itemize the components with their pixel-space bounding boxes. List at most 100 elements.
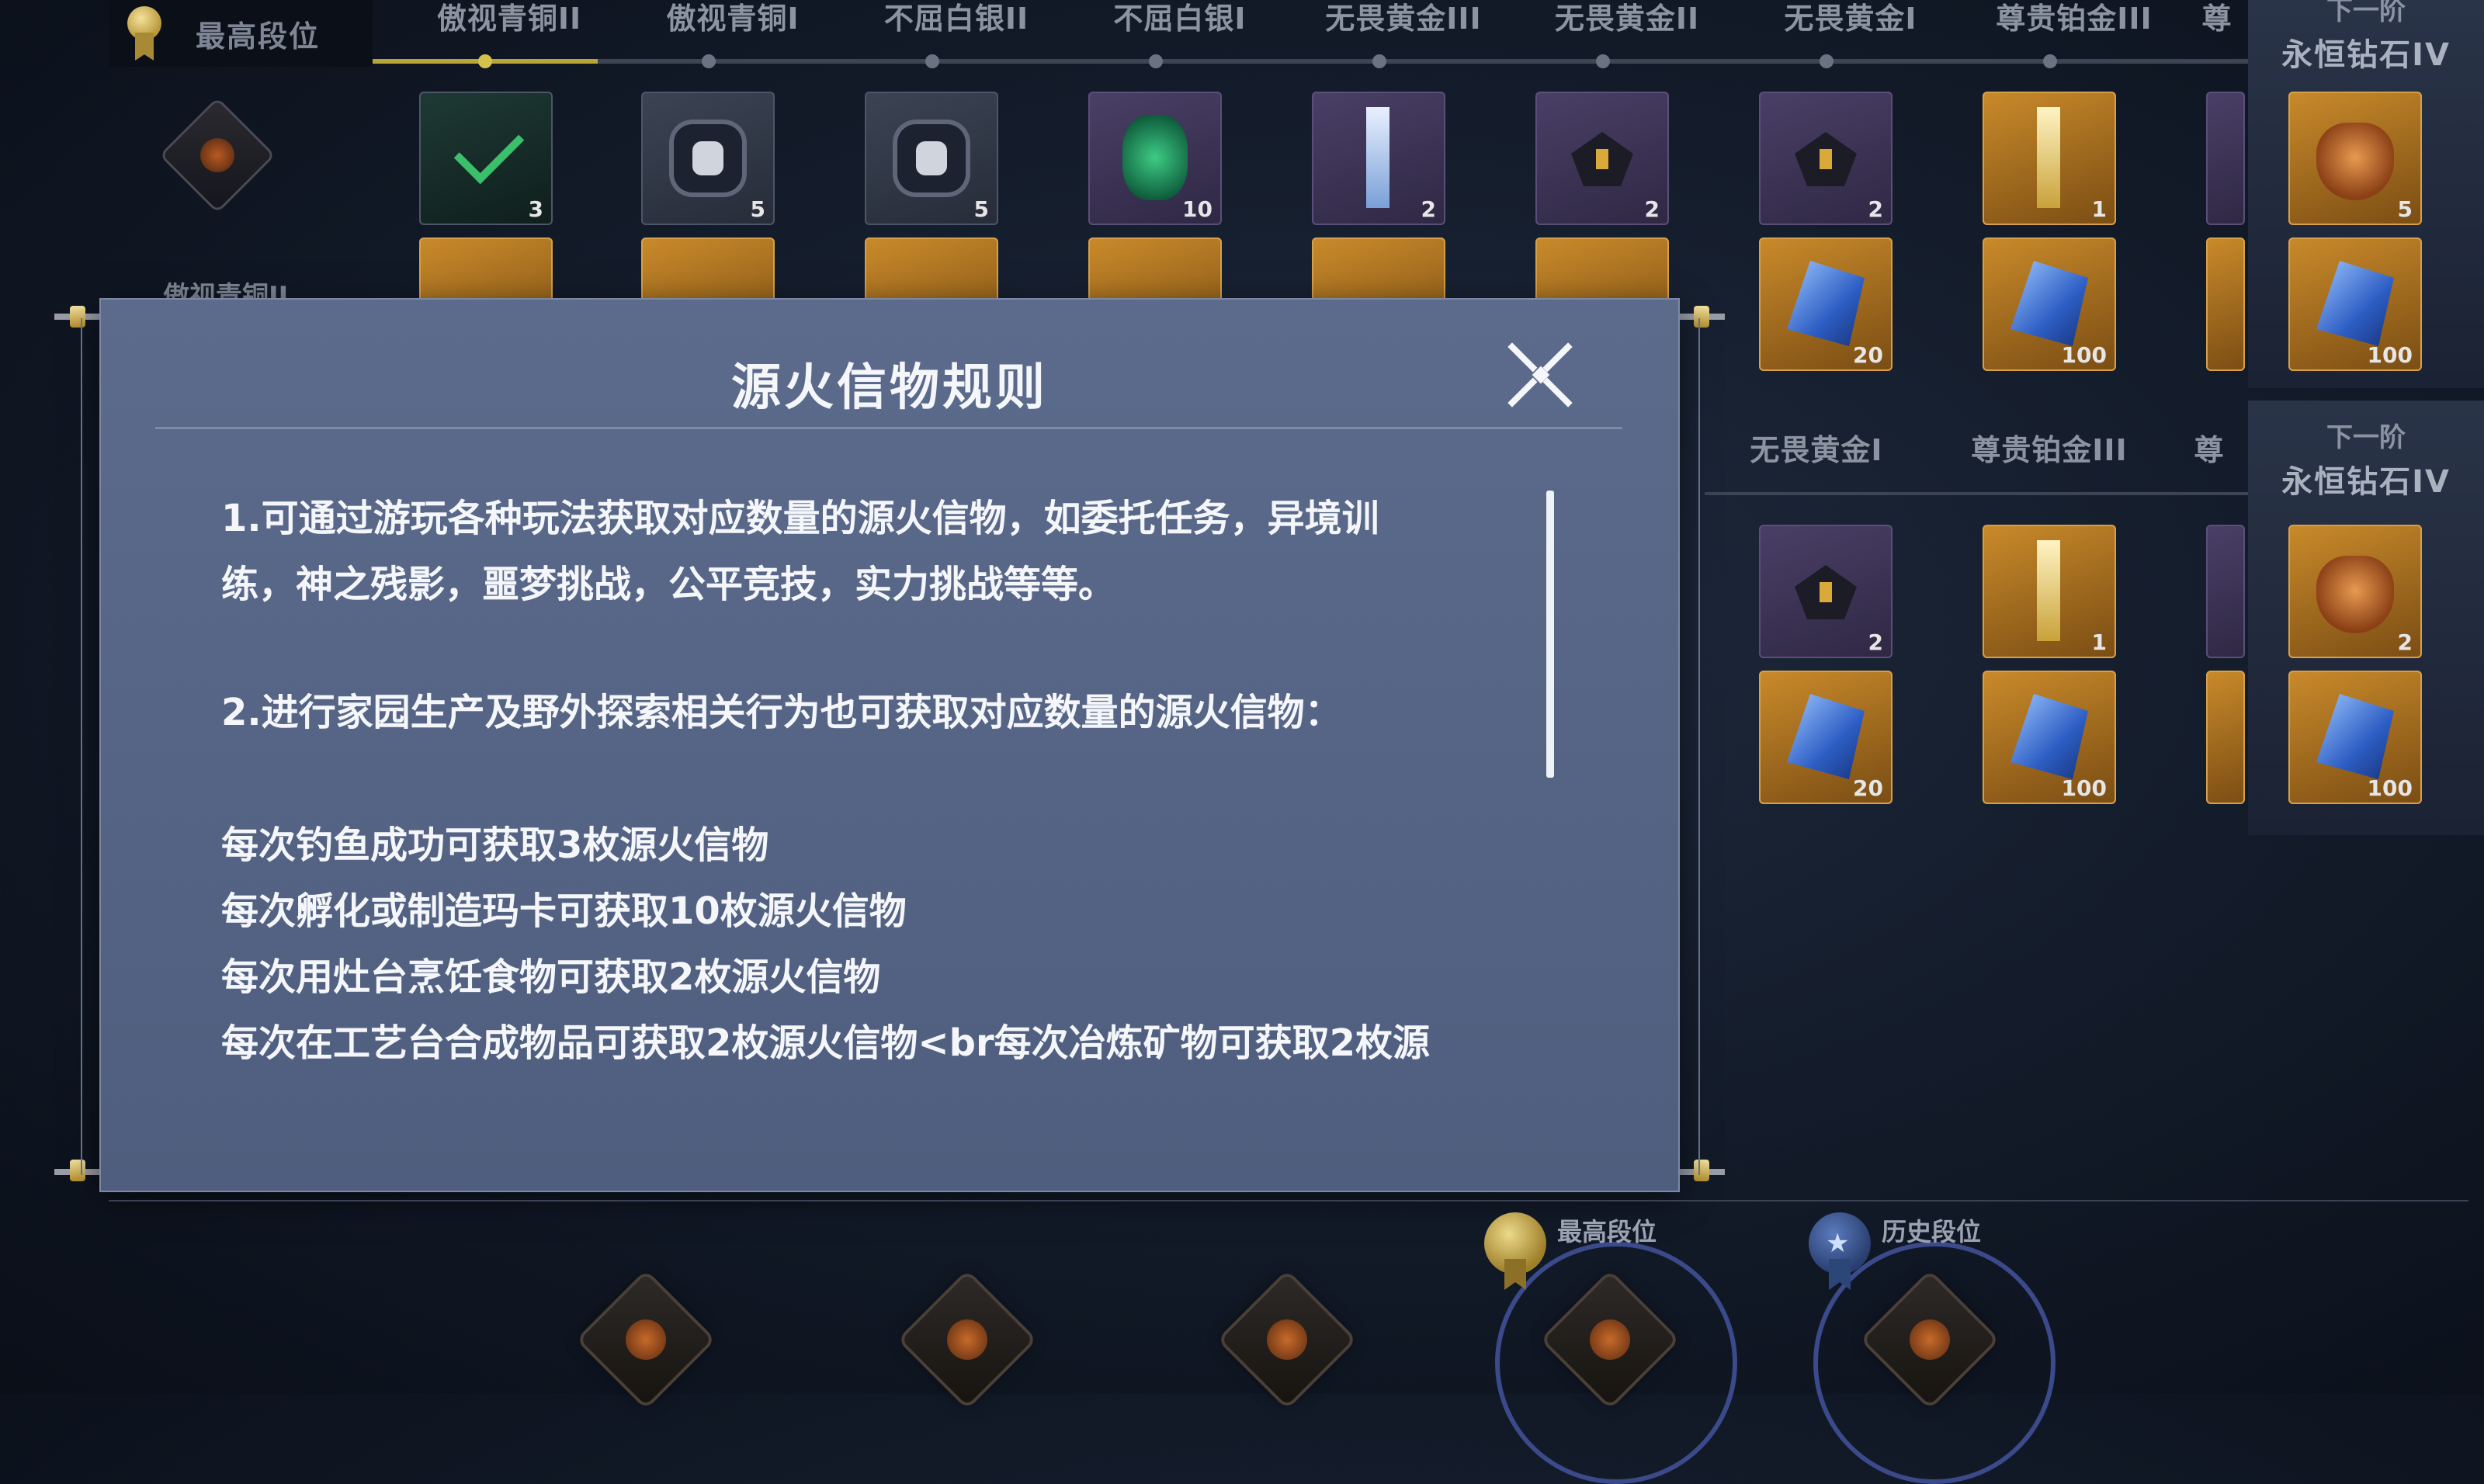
rank-tab[interactable]: 无畏黄金I — [1739, 0, 1962, 47]
reward-item[interactable] — [2206, 238, 2245, 371]
bell-icon — [1571, 132, 1633, 186]
reward-quantity: 3 — [528, 196, 543, 222]
reward-item[interactable] — [2206, 92, 2245, 225]
reward-quantity: 20 — [1853, 342, 1883, 368]
progress-node — [702, 54, 716, 68]
crystal-icon — [1787, 261, 1865, 346]
scroll-knob — [70, 306, 85, 328]
frame-line — [1698, 318, 1700, 1175]
scroll-knob — [70, 1160, 85, 1181]
rank-header: 最高段位 傲视青铜II 傲视青铜I 不屈白银II 不屈白银I 无畏黄金III 无… — [109, 0, 2360, 70]
rank-progress-track — [373, 59, 2360, 64]
reward-quantity: 100 — [2061, 342, 2107, 368]
frame-line — [81, 318, 82, 1175]
reward-item[interactable]: 5 — [641, 92, 775, 225]
reward-item[interactable] — [2206, 525, 2245, 658]
shield-emblem-icon — [2316, 123, 2394, 200]
reward-item[interactable]: 5 — [2288, 92, 2422, 225]
rank-tab[interactable]: 尊 — [2186, 0, 2248, 47]
close-icon[interactable] — [1498, 332, 1584, 418]
progress-node — [1149, 54, 1163, 68]
reward-item[interactable]: 10 — [1088, 92, 1222, 225]
next-rank-sub: 下一阶 — [2326, 0, 2406, 26]
next-rank-title: 永恒钻石IV — [2281, 464, 2451, 500]
reward-quantity: 2 — [1421, 196, 1436, 222]
reward-item[interactable]: 2 — [2288, 525, 2422, 658]
crystal-icon — [2010, 694, 2088, 779]
reward-item[interactable]: 100 — [2288, 671, 2422, 804]
reward-item[interactable]: 2 — [1312, 92, 1445, 225]
glove-icon — [1122, 115, 1188, 200]
rank-tab[interactable]: 尊 — [2186, 432, 2232, 478]
crystal-icon — [2010, 261, 2088, 346]
reward-item[interactable]: 100 — [2288, 238, 2422, 371]
next-rank-title: 永恒钻石IV — [2281, 37, 2451, 73]
reward-item[interactable]: 100 — [1983, 671, 2116, 804]
reward-quantity: 5 — [2397, 196, 2413, 222]
star-icon: ★ — [1826, 1228, 1850, 1259]
bell-icon — [1795, 565, 1857, 619]
reward-item[interactable]: 5 — [865, 92, 998, 225]
crystal-icon — [2316, 694, 2394, 779]
fist-emblem-icon — [669, 120, 747, 197]
reward-item[interactable]: 3 — [419, 92, 553, 225]
rule-line: 练，神之残影，噩梦挑战，公平竞技，实力挑战等等。 — [221, 563, 1116, 606]
rank-tab[interactable]: 不屈白银I — [1068, 0, 1292, 47]
reward-item[interactable]: 2 — [1759, 92, 1892, 225]
progress-node — [478, 54, 492, 68]
rules-dialog: 源火信物规则 1.可通过游玩各种玩法获取对应数量的源火信物，如委托任务，异境训 … — [101, 300, 1678, 1191]
rank-tab[interactable]: 无畏黄金I — [1705, 432, 1928, 478]
rank-tab[interactable]: 傲视青铜I — [621, 0, 845, 47]
current-rank-cell[interactable]: 最高段位 — [109, 0, 373, 67]
reward-quantity: 10 — [1182, 196, 1213, 222]
rule-line: 每次用灶台烹饪食物可获取2枚源火信物 — [221, 955, 881, 999]
reward-item[interactable]: 2 — [1759, 525, 1892, 658]
rank-tab[interactable]: 傲视青铜II — [397, 0, 621, 47]
rule-line: 每次钓鱼成功可获取3枚源火信物 — [221, 823, 769, 867]
rank-tab[interactable]: 不屈白银II — [845, 0, 1068, 47]
claimed-check-icon — [453, 113, 525, 185]
reward-item[interactable]: 1 — [1983, 525, 2116, 658]
reward-quantity: 2 — [1644, 196, 1660, 222]
reward-item[interactable]: 2 — [1535, 92, 1669, 225]
bottom-divider — [109, 1200, 2468, 1201]
badge-label: 历史段位 — [1882, 1217, 1982, 1246]
reward-item[interactable]: 20 — [1759, 671, 1892, 804]
scroll-knob — [1694, 306, 1709, 328]
reward-quantity: 5 — [750, 196, 765, 222]
crystal-icon — [1787, 694, 1865, 779]
reward-quantity: 1 — [2091, 629, 2107, 655]
dialog-title: 源火信物规则 — [731, 359, 1048, 417]
current-rank-label: 最高段位 — [196, 19, 321, 54]
rank-tab[interactable]: 尊贵铂金III — [1962, 0, 2186, 47]
rules-text: 1.可通过游玩各种玩法获取对应数量的源火信物，如委托任务，异境训 练，神之残影，… — [221, 486, 1556, 1077]
rules-scrollbar[interactable] — [1546, 491, 1554, 778]
progress-node — [1820, 54, 1834, 68]
reward-item[interactable]: 1 — [1983, 92, 2116, 225]
reward-item[interactable]: 100 — [1983, 238, 2116, 371]
progress-node — [2043, 54, 2057, 68]
rule-line: 2.进行家园生产及野外探索相关行为也可获取对应数量的源火信物： — [221, 691, 1342, 734]
reward-quantity: 1 — [2091, 196, 2107, 222]
rank-tab[interactable]: 无畏黄金III — [1292, 0, 1515, 47]
rule-line: 每次在工艺台合成物品可获取2枚源火信物<br每次冶炼矿物可获取2枚源 — [221, 1021, 1431, 1065]
rank-medal-icon — [124, 6, 165, 61]
history-rank-medal-icon: ★ — [1809, 1212, 1871, 1290]
crystal-icon — [2316, 261, 2394, 346]
shield-emblem-icon — [2316, 556, 2394, 633]
reward-quantity: 100 — [2367, 342, 2413, 368]
rank-tab[interactable]: 无畏黄金II — [1515, 0, 1739, 47]
title-divider — [155, 427, 1622, 429]
reward-item[interactable] — [2206, 671, 2245, 804]
reward-quantity: 5 — [973, 196, 989, 222]
reward-quantity: 20 — [1853, 775, 1883, 801]
next-rank-sub: 下一阶 — [2326, 422, 2406, 453]
progress-node — [1372, 54, 1386, 68]
progress-node — [925, 54, 939, 68]
reward-quantity: 100 — [2367, 775, 2413, 801]
reward-quantity: 2 — [2397, 629, 2413, 655]
reward-item[interactable]: 20 — [1759, 238, 1892, 371]
badge-label: 最高段位 — [1557, 1217, 1657, 1246]
rank-tab[interactable]: 尊贵铂金III — [1938, 432, 2161, 478]
reward-quantity: 100 — [2061, 775, 2107, 801]
